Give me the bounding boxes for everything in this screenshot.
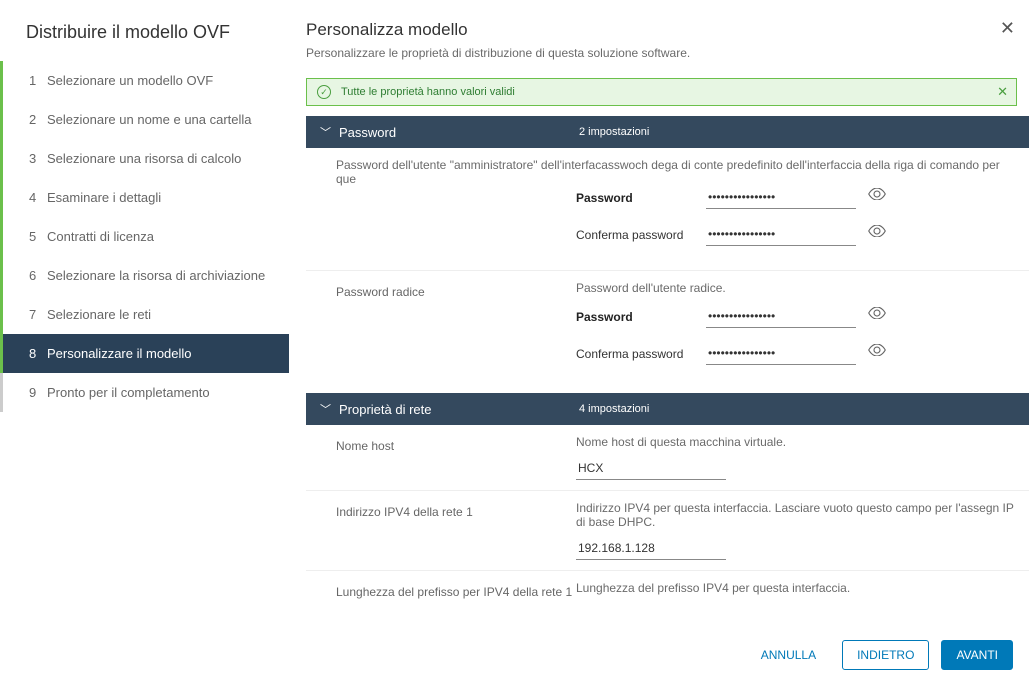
section-body-network: Nome host Nome host di questa macchina v… <box>306 425 1029 613</box>
root-password-input[interactable] <box>706 305 856 328</box>
back-button[interactable]: INDIETRO <box>842 640 929 670</box>
prop-description: Password dell'utente "amministratore" de… <box>336 158 1019 186</box>
next-button[interactable]: AVANTI <box>941 640 1013 670</box>
prop-row-ipv4: Indirizzo IPV4 della rete 1 Indirizzo IP… <box>306 490 1029 570</box>
chevron-down-icon: ﹀ <box>320 401 331 417</box>
field-label-password: Password <box>576 310 706 324</box>
field-label-password: Password <box>576 191 706 205</box>
step-number: 7 <box>29 307 43 322</box>
main-header: Personalizza modello Personalizzare le p… <box>290 0 1033 68</box>
step-item-9[interactable]: 9 Pronto per il completamento <box>0 373 289 412</box>
step-item-3[interactable]: 3 Selezionare una risorsa di calcolo <box>0 139 289 178</box>
wizard-sidebar: Distribuire il modello OVF 1 Selezionare … <box>0 0 290 684</box>
step-label: Personalizzare il modello <box>47 346 192 361</box>
prop-label: Lunghezza del prefisso per IPV4 della re… <box>336 581 576 603</box>
step-number: 6 <box>29 268 43 283</box>
prop-row-hostname: Nome host Nome host di questa macchina v… <box>306 425 1029 490</box>
banner-text: Tutte le proprietà hanno valori validi <box>341 86 515 98</box>
step-number: 5 <box>29 229 43 244</box>
step-item-4[interactable]: 4 Esaminare i dettagli <box>0 178 289 217</box>
prop-row-admin-password: Password dell'utente "amministratore" de… <box>306 148 1029 270</box>
step-item-2[interactable]: 2 Selezionare un nome e una cartella <box>0 100 289 139</box>
field-row: Conferma password <box>576 342 1019 365</box>
prop-row-prefix: Lunghezza del prefisso per IPV4 della re… <box>306 570 1029 613</box>
step-item-6[interactable]: 6 Selezionare la risorsa di archiviazione <box>0 256 289 295</box>
field-row: Password <box>576 186 1019 209</box>
step-number: 3 <box>29 151 43 166</box>
prop-content: Indirizzo IPV4 per questa interfaccia. L… <box>576 501 1019 560</box>
section-count: 4 impostazioni <box>579 403 649 415</box>
eye-icon[interactable] <box>868 225 886 240</box>
section-header-password[interactable]: ﹀ Password 2 impostazioni <box>306 116 1029 148</box>
section-body-password: Password dell'utente "amministratore" de… <box>306 148 1029 389</box>
prop-description: Nome host di questa macchina virtuale. <box>576 435 1019 449</box>
step-number: 1 <box>29 73 43 88</box>
root-confirm-password-input[interactable] <box>706 342 856 365</box>
cancel-button[interactable]: ANNULLA <box>747 641 830 669</box>
prop-content: Lunghezza del prefisso IPV4 per questa i… <box>576 581 1019 603</box>
validation-banner: ✓ Tutte le proprietà hanno valori validi… <box>306 78 1017 106</box>
step-number: 4 <box>29 190 43 205</box>
chevron-down-icon: ﹀ <box>320 124 331 140</box>
step-label: Selezionare un modello OVF <box>47 73 213 88</box>
wizard-dialog: Distribuire il modello OVF 1 Selezionare … <box>0 0 1033 684</box>
content-area: ﹀ Password 2 impostazioni Password dell'… <box>290 112 1033 625</box>
admin-password-input[interactable] <box>706 186 856 209</box>
prop-label: Password radice <box>336 281 576 379</box>
section-count: 2 impostazioni <box>579 126 649 138</box>
step-number: 2 <box>29 112 43 127</box>
section-title: Password <box>339 125 579 140</box>
prop-label: Indirizzo IPV4 della rete 1 <box>336 501 576 560</box>
hostname-input[interactable] <box>576 457 726 480</box>
prop-description: Indirizzo IPV4 per questa interfaccia. L… <box>576 501 1019 529</box>
step-item-8[interactable]: 8 Personalizzare il modello <box>0 334 289 373</box>
wizard-main: Personalizza modello Personalizzare le p… <box>290 0 1033 684</box>
wizard-title: Distribuire il modello OVF <box>0 10 289 61</box>
step-label: Selezionare un nome e una cartella <box>47 112 252 127</box>
step-label: Selezionare una risorsa di calcolo <box>47 151 241 166</box>
field-label-confirm: Conferma password <box>576 228 706 242</box>
prop-label: Nome host <box>336 435 576 480</box>
prop-content: Nome host di questa macchina virtuale. <box>576 435 1019 480</box>
eye-icon[interactable] <box>868 307 886 322</box>
step-label: Selezionare la risorsa di archiviazione <box>47 268 265 283</box>
admin-confirm-password-input[interactable] <box>706 223 856 246</box>
prop-row-root-password: Password radice Password dell'utente rad… <box>306 270 1029 389</box>
prop-content: Password dell'utente "amministratore" de… <box>576 158 1019 260</box>
step-list: 1 Selezionare un modello OVF 2 Selezionare … <box>0 61 289 412</box>
eye-icon[interactable] <box>868 344 886 359</box>
step-item-5[interactable]: 5 Contratti di licenza <box>0 217 289 256</box>
field-row: Conferma password <box>576 223 1019 246</box>
field-label-confirm: Conferma password <box>576 347 706 361</box>
step-number: 8 <box>29 346 43 361</box>
step-item-1[interactable]: 1 Selezionare un modello OVF <box>0 61 289 100</box>
section-title: Proprietà di rete <box>339 402 579 417</box>
step-label: Contratti di licenza <box>47 229 154 244</box>
page-title: Personalizza modello <box>306 20 1009 40</box>
check-icon: ✓ <box>317 85 331 99</box>
field-row: Password <box>576 305 1019 328</box>
step-number: 9 <box>29 385 43 400</box>
step-label: Selezionare le reti <box>47 307 151 322</box>
prop-description: Password dell'utente radice. <box>576 281 1019 295</box>
prop-description: Lunghezza del prefisso IPV4 per questa i… <box>576 581 1019 595</box>
close-button[interactable]: ✕ <box>1000 18 1015 39</box>
step-item-7[interactable]: 7 Selezionare le reti <box>0 295 289 334</box>
banner-close-button[interactable]: ✕ <box>997 84 1008 100</box>
eye-icon[interactable] <box>868 188 886 203</box>
section-header-network[interactable]: ﹀ Proprietà di rete 4 impostazioni <box>306 393 1029 425</box>
prop-content: Password dell'utente radice. Password <box>576 281 1019 379</box>
ipv4-address-input[interactable] <box>576 537 726 560</box>
page-subtitle: Personalizzare le proprietà di distribuz… <box>306 46 1009 60</box>
wizard-footer: ANNULLA INDIETRO AVANTI <box>290 625 1033 684</box>
step-label: Esaminare i dettagli <box>47 190 161 205</box>
step-label: Pronto per il completamento <box>47 385 210 400</box>
